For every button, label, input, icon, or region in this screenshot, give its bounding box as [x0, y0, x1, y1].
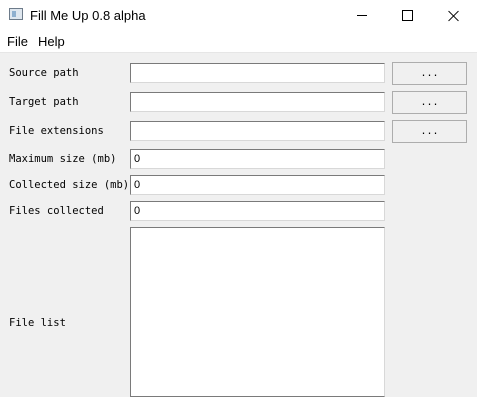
- close-button[interactable]: [431, 0, 477, 31]
- title-bar: Fill Me Up 0.8 alpha: [0, 0, 477, 31]
- collected-size-field[interactable]: 0: [130, 175, 385, 195]
- source-path-input[interactable]: [130, 63, 385, 83]
- minimize-icon: [357, 15, 367, 16]
- close-icon: [448, 10, 460, 22]
- app-window-icon: [9, 8, 23, 20]
- target-path-input[interactable]: [130, 92, 385, 112]
- menu-file[interactable]: File: [7, 34, 28, 49]
- maximize-button[interactable]: [384, 0, 430, 31]
- max-size-input[interactable]: 0: [130, 149, 385, 169]
- file-extensions-input[interactable]: [130, 121, 385, 141]
- target-path-label: Target path: [9, 96, 79, 108]
- target-browse-button[interactable]: ...: [392, 91, 467, 114]
- window-title: Fill Me Up 0.8 alpha: [30, 8, 146, 23]
- files-collected-label: Files collected: [9, 205, 104, 217]
- files-collected-field[interactable]: 0: [130, 201, 385, 221]
- extensions-browse-button[interactable]: ...: [392, 120, 467, 143]
- collected-size-label: Collected size (mb): [9, 179, 130, 191]
- source-browse-button[interactable]: ...: [392, 62, 467, 85]
- source-path-label: Source path: [9, 67, 79, 79]
- file-list-box[interactable]: [130, 227, 385, 397]
- file-extensions-label: File extensions: [9, 125, 104, 137]
- menu-bar: File Help: [0, 31, 477, 53]
- max-size-label: Maximum size (mb): [9, 153, 117, 165]
- maximize-icon: [401, 10, 413, 21]
- file-list-label: File list: [9, 317, 66, 329]
- minimize-button[interactable]: [339, 0, 385, 31]
- menu-help[interactable]: Help: [38, 34, 65, 49]
